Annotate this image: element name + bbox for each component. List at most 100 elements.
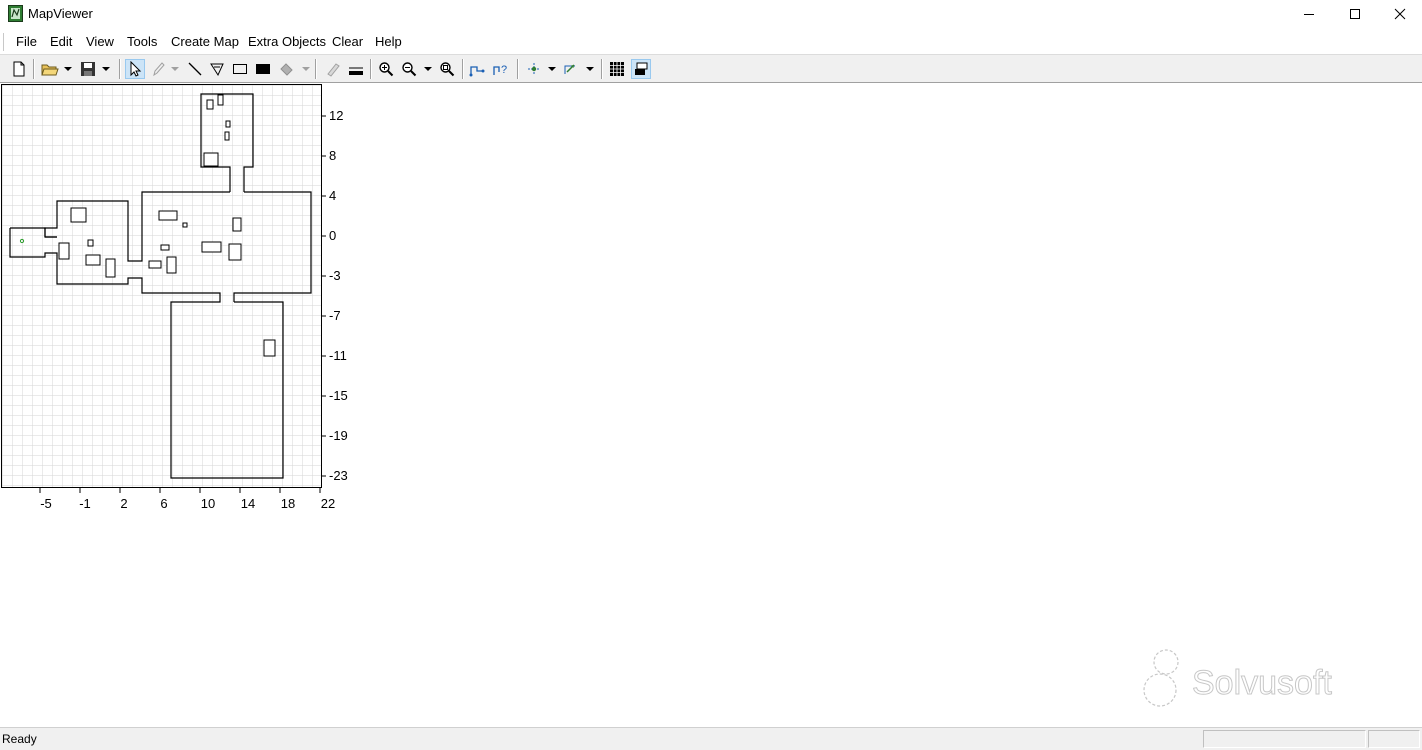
layer-toggle-icon [635, 62, 648, 75]
new-file-button[interactable] [9, 59, 29, 79]
menu-bar: File Edit View Tools Create Map Extra Ob… [0, 30, 1422, 52]
chevron-down-icon [171, 67, 179, 71]
close-button[interactable] [1377, 0, 1422, 28]
mapviewer-app-icon [8, 5, 23, 22]
obstacle [166, 256, 177, 274]
svg-text:?: ? [501, 64, 507, 76]
y-tick-label: -7 [329, 308, 341, 323]
select-tool-button[interactable] [125, 59, 145, 79]
zoom-out-button[interactable] [399, 59, 419, 79]
line-tool-button[interactable] [185, 59, 205, 79]
filled-rectangle-tool-button[interactable] [253, 59, 273, 79]
toolbar: ? [0, 54, 1422, 83]
title-bar: MapViewer [0, 0, 1422, 28]
path-button[interactable] [468, 59, 488, 79]
menu-file[interactable]: File [16, 34, 37, 49]
toolbar-separator [119, 59, 121, 79]
toolbar-separator [601, 59, 603, 79]
minimize-icon [1304, 14, 1314, 15]
open-button[interactable] [40, 59, 60, 79]
x-axis-ticks [39, 488, 321, 493]
open-dropdown[interactable] [63, 59, 73, 79]
toolbar-separator [315, 59, 317, 79]
save-icon [81, 62, 95, 76]
fill-bucket-icon [280, 63, 293, 76]
obstacle [201, 241, 222, 253]
obstacle [206, 99, 214, 110]
robot-pose-button[interactable] [561, 59, 581, 79]
minimize-button[interactable] [1286, 0, 1332, 28]
x-tick-label: 2 [120, 496, 127, 511]
x-tick-label: 6 [160, 496, 167, 511]
obstacle [160, 244, 170, 251]
eraser-tool-button[interactable] [323, 59, 343, 79]
path-query-button[interactable]: ? [491, 59, 511, 79]
line-width-button[interactable] [346, 59, 366, 79]
grid-toggle-button[interactable] [607, 59, 627, 79]
obstacle [58, 242, 70, 260]
y-tick-label: -11 [329, 348, 347, 363]
map-workspace[interactable]: 12 8 4 0 -3 -7 -11 -15 -19 -23 -5 -1 2 6… [0, 84, 1422, 725]
new-file-icon [13, 61, 25, 77]
menu-tools[interactable]: Tools [127, 34, 157, 49]
filled-rectangle-icon [256, 64, 270, 74]
obstacle [70, 207, 87, 223]
y-tick-label: -23 [329, 468, 348, 483]
menu-edit[interactable]: Edit [50, 34, 72, 49]
x-tick-label: 10 [201, 496, 215, 511]
y-tick-label: 12 [329, 108, 343, 123]
save-button[interactable] [78, 59, 98, 79]
chevron-down-icon [64, 67, 72, 71]
window-title: MapViewer [28, 6, 93, 21]
menu-create-map[interactable]: Create Map [171, 34, 239, 49]
close-icon [1394, 8, 1406, 20]
waypoint-icon [528, 63, 540, 75]
obstacle [228, 243, 242, 261]
zoom-in-button[interactable] [376, 59, 396, 79]
toolbar-separator [33, 59, 35, 79]
menu-help[interactable]: Help [375, 34, 402, 49]
menu-view[interactable]: View [86, 34, 114, 49]
path-query-icon: ? [493, 64, 507, 76]
y-tick-label: 8 [329, 148, 336, 163]
fill-tool-button[interactable] [277, 59, 297, 79]
obstacle [224, 131, 230, 141]
chevron-down-icon [302, 67, 310, 71]
occupancy-grid-map[interactable]: 12 8 4 0 -3 -7 -11 -15 -19 -23 -5 -1 2 6… [0, 84, 360, 514]
save-dropdown[interactable] [101, 59, 111, 79]
obstacle [105, 258, 116, 278]
chevron-down-icon [424, 67, 432, 71]
waypoint-dropdown[interactable] [547, 59, 557, 79]
pencil-tool-button[interactable] [148, 59, 168, 79]
menu-clear[interactable]: Clear [332, 34, 363, 49]
layer-toggle-button[interactable] [631, 59, 651, 79]
y-tick-label: -3 [329, 268, 341, 283]
x-tick-label: 18 [281, 496, 295, 511]
status-pane [1203, 730, 1366, 748]
maximize-button[interactable] [1332, 0, 1378, 28]
menu-divider [3, 33, 4, 51]
obstacle [85, 254, 101, 266]
chevron-down-icon [586, 67, 594, 71]
polygon-tool-button[interactable] [207, 59, 227, 79]
zoom-fit-icon [440, 62, 455, 77]
x-tick-label: 14 [241, 496, 255, 511]
obstacle [263, 339, 276, 357]
toolbar-separator [462, 59, 464, 79]
zoom-dropdown[interactable] [423, 59, 433, 79]
rectangle-tool-button[interactable] [230, 59, 250, 79]
robot-pose-dropdown[interactable] [585, 59, 595, 79]
menu-extra-objects[interactable]: Extra Objects [248, 34, 326, 49]
pencil-dropdown[interactable] [170, 59, 180, 79]
eraser-icon [327, 63, 340, 77]
obstacle [225, 120, 231, 128]
zoom-fit-button[interactable] [437, 59, 457, 79]
fill-dropdown[interactable] [301, 59, 311, 79]
chevron-down-icon [548, 67, 556, 71]
robot-pose-icon [564, 64, 575, 74]
map-grid [2, 85, 321, 487]
waypoint-button[interactable] [524, 59, 544, 79]
x-tick-label: 22 [321, 496, 335, 511]
status-text: Ready [2, 732, 37, 746]
pencil-icon [153, 62, 165, 77]
